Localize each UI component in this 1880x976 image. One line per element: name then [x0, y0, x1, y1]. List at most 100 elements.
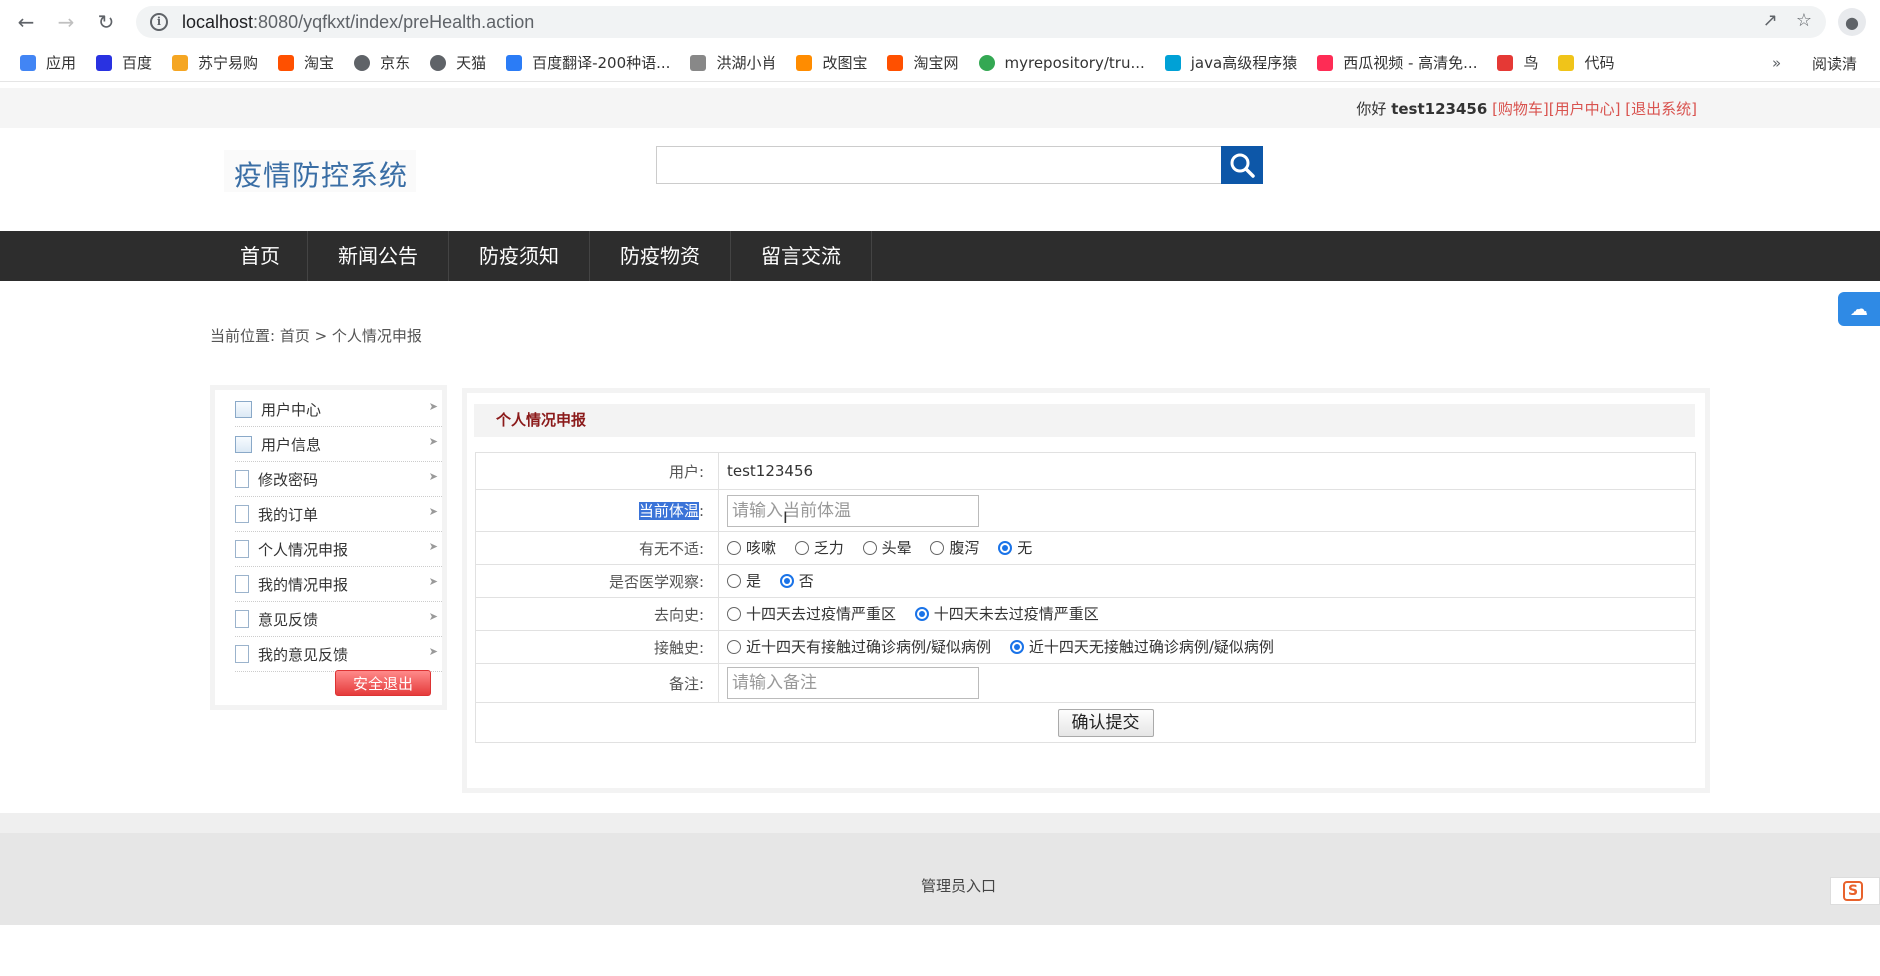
- symptom-radio-diarrhea[interactable]: 腹泻: [930, 537, 979, 558]
- bookmark-star-icon[interactable]: ☆: [1796, 10, 1812, 31]
- forward-arrow-icon[interactable]: →: [52, 8, 80, 36]
- symptoms-options: 咳嗽 乏力 头晕 腹泻 无: [718, 531, 1696, 565]
- sidebar-item-my-orders[interactable]: 我的订单 ➤: [235, 497, 442, 532]
- cart-link[interactable]: [购物车]: [1492, 100, 1549, 118]
- bookmark-label: 应用: [46, 54, 77, 72]
- nav-messages[interactable]: 留言交流: [731, 231, 872, 281]
- card-icon: [235, 400, 252, 418]
- submit-button[interactable]: 确认提交: [1057, 708, 1154, 737]
- radio-circle: [727, 540, 741, 555]
- nav-news[interactable]: 新闻公告: [308, 231, 449, 281]
- admin-entry-link[interactable]: 管理员入口: [921, 875, 996, 896]
- floating-cloud-icon[interactable]: ☁: [1838, 292, 1880, 326]
- sidebar-item-my-reports[interactable]: 我的情况申报 ➤: [235, 567, 442, 602]
- bookmark-item[interactable]: 苏宁易购: [172, 52, 258, 73]
- observation-radio-no[interactable]: 否: [779, 570, 814, 591]
- back-arrow-icon[interactable]: ←: [12, 8, 40, 36]
- travel-radio-visited[interactable]: 十四天去过疫情严重区: [727, 603, 896, 624]
- bookmark-item[interactable]: 洪湖小肖: [690, 52, 776, 73]
- bird-icon: [690, 54, 707, 71]
- bookmark-item[interactable]: 天猫: [430, 52, 486, 73]
- bookmark-item[interactable]: myrepository/tru...: [978, 54, 1145, 72]
- sidebar-item-label: 修改密码: [258, 470, 319, 489]
- logout-link[interactable]: [退出系统]: [1625, 100, 1697, 118]
- radio-label: 头晕: [881, 539, 912, 558]
- radio-label: 否: [798, 572, 814, 591]
- radio-circle-selected: [1009, 639, 1024, 654]
- radio-circle-selected: [914, 606, 929, 621]
- observation-radio-yes[interactable]: 是: [727, 570, 761, 591]
- floating-s-icon[interactable]: S: [1830, 877, 1880, 905]
- bookmark-label: 鸟: [1523, 54, 1539, 72]
- leaf-icon: [1558, 54, 1575, 71]
- bookmark-item[interactable]: java高级程序猿: [1164, 52, 1297, 73]
- radio-label: 近十四天无接触过确诊病例/疑似病例: [1028, 638, 1274, 657]
- radio-circle: [727, 639, 741, 654]
- symptom-radio-none[interactable]: 无: [998, 537, 1032, 558]
- bookmark-item[interactable]: 代码: [1558, 52, 1615, 73]
- travel-radio-not-visited[interactable]: 十四天未去过疫情严重区: [914, 603, 1099, 624]
- sidebar-item-change-password[interactable]: 修改密码 ➤: [235, 462, 442, 497]
- bookmark-item[interactable]: 淘宝网: [887, 52, 959, 73]
- sidebar-item-user-info[interactable]: 用户信息 ➤: [235, 427, 442, 462]
- radio-label: 近十四天有接触过确诊病例/疑似病例: [746, 638, 992, 657]
- bookmark-item[interactable]: 百度翻译-200种语...: [506, 52, 670, 73]
- bookmarks-overflow-icon[interactable]: »: [1772, 54, 1781, 72]
- taobao-icon: [887, 54, 904, 71]
- sidebar-item-label: 意见反馈: [258, 610, 319, 629]
- bookmark-item[interactable]: 百度: [96, 52, 152, 73]
- reading-list-button[interactable]: 阅读清: [1812, 53, 1857, 74]
- search-button[interactable]: [1221, 146, 1263, 184]
- browser-toolbar: ← → ↻ i localhost:8080/yqfkxt/index/preH…: [0, 0, 1880, 44]
- form-row-symptoms: 有无不适: 咳嗽 乏力 头晕 腹泻 无: [475, 531, 1696, 565]
- radio-label: 咳嗽: [746, 539, 777, 558]
- bookmark-item[interactable]: 改图宝: [796, 52, 867, 73]
- bookmark-item[interactable]: 淘宝: [278, 52, 334, 73]
- site-logo[interactable]: 疫情防控系统: [224, 150, 416, 192]
- sidebar-item-label: 用户中心: [261, 400, 322, 419]
- reload-icon[interactable]: ↻: [92, 8, 120, 36]
- bookmark-label: 西瓜视频 - 高清免...: [1343, 54, 1478, 72]
- sidebar-item-label: 我的情况申报: [258, 575, 349, 594]
- nav-supplies[interactable]: 防疫物资: [590, 231, 731, 281]
- temperature-label-selected: 当前体温: [638, 502, 699, 520]
- chevron-right-icon: ➤: [428, 645, 438, 658]
- nav-home[interactable]: 首页: [213, 231, 308, 281]
- bookmark-label: 淘宝网: [913, 54, 959, 72]
- nav-guidelines[interactable]: 防疫须知: [449, 231, 590, 281]
- bookmark-item[interactable]: 西瓜视频 - 高清免...: [1317, 52, 1477, 73]
- profile-avatar-icon[interactable]: ●: [1838, 8, 1866, 36]
- symptom-radio-dizzy[interactable]: 头晕: [862, 537, 912, 558]
- sidebar-item-health-report[interactable]: 个人情况申报 ➤: [235, 532, 442, 567]
- radio-circle: [794, 540, 809, 555]
- bookmark-item[interactable]: 京东: [354, 52, 410, 73]
- address-bar[interactable]: i localhost:8080/yqfkxt/index/preHealth.…: [136, 6, 1826, 38]
- bookmark-item[interactable]: 应用: [20, 52, 76, 73]
- share-icon[interactable]: ↗: [1763, 10, 1778, 31]
- breadcrumb: 当前位置: 首页 > 个人情况申报: [210, 327, 422, 345]
- contact-radio-no-contact[interactable]: 近十四天无接触过确诊病例/疑似病例: [1009, 636, 1274, 657]
- bookmark-item[interactable]: 鸟: [1497, 52, 1538, 73]
- symptom-radio-cough[interactable]: 咳嗽: [727, 537, 776, 558]
- url-text[interactable]: localhost:8080/yqfkxt/index/preHealth.ac…: [182, 12, 534, 33]
- sidebar-item-feedback[interactable]: 意见反馈 ➤: [235, 602, 442, 637]
- sidebar-item-my-feedback[interactable]: 我的意见反馈 ➤: [235, 637, 442, 672]
- search-input[interactable]: [656, 146, 1222, 184]
- sidebar-item-user-center[interactable]: 用户中心 ➤: [235, 392, 442, 427]
- symptom-radio-fatigue[interactable]: 乏力: [794, 537, 844, 558]
- user-center-link[interactable]: [用户中心]: [1549, 100, 1621, 118]
- temperature-input[interactable]: 请输入当前体温: [727, 494, 979, 527]
- radio-label: 腹泻: [949, 539, 980, 558]
- form-row-observation: 是否医学观察: 是 否: [475, 564, 1696, 598]
- contact-radio-had-contact[interactable]: 近十四天有接触过确诊病例/疑似病例: [727, 636, 991, 657]
- sidebar-item-label: 我的意见反馈: [258, 645, 349, 664]
- site-info-icon[interactable]: i: [150, 13, 168, 31]
- radio-label: 十四天去过疫情严重区: [746, 605, 897, 624]
- user-value: test123456: [718, 452, 1696, 490]
- note-input[interactable]: 请输入备注: [727, 667, 979, 699]
- radio-circle: [862, 540, 877, 555]
- safe-logout-button[interactable]: 安全退出: [335, 670, 431, 696]
- user-label: 用户:: [475, 452, 719, 490]
- radio-circle: [727, 573, 741, 588]
- text-cursor-icon: I: [783, 508, 788, 527]
